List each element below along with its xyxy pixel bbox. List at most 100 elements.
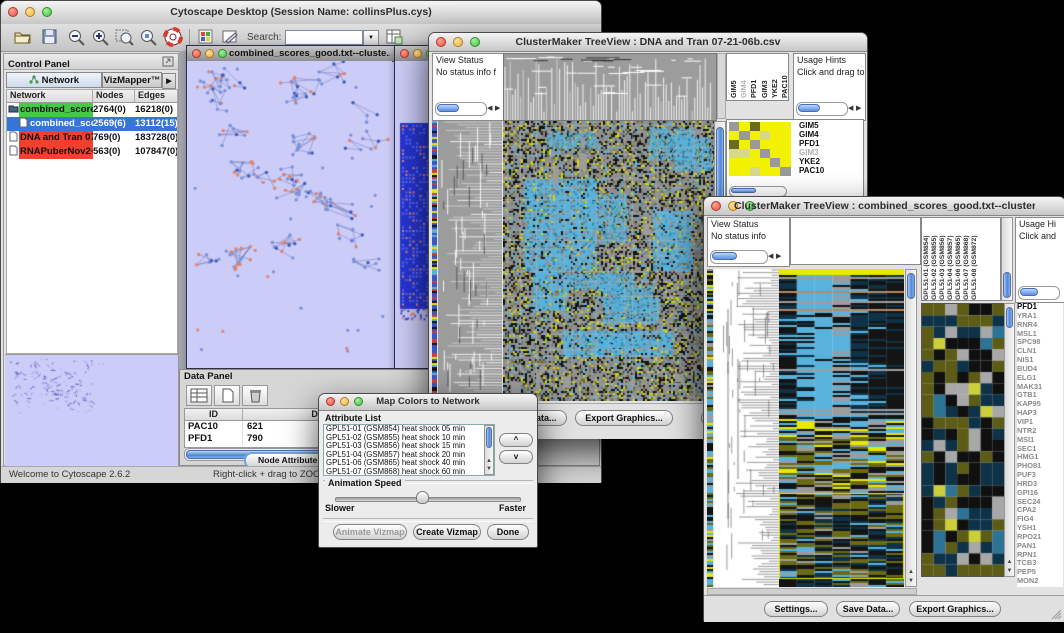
data-table-icon[interactable] (385, 28, 404, 46)
scroll-right-icon[interactable]: ▶ (776, 252, 781, 260)
col-header-edges[interactable]: Edges (135, 90, 177, 103)
tv1-row-label[interactable]: GIM3 (799, 148, 824, 157)
tv1-col-label[interactable]: PFD1 (749, 54, 757, 98)
tab-vizmapper[interactable]: VizMapper™ (102, 72, 162, 88)
tv1-col-label[interactable]: GIM4 (739, 54, 747, 98)
tv1-zoom-cell[interactable] (739, 140, 749, 149)
tv1-row-label[interactable]: YKE2 (799, 157, 824, 166)
annotation-icon[interactable] (221, 28, 240, 45)
settings-button[interactable]: Settings... (764, 601, 828, 617)
tv1-zoom-cell[interactable] (770, 122, 780, 131)
tv1-row-label[interactable]: PAC10 (799, 166, 824, 175)
tv2-zoom-matrix[interactable] (921, 303, 1005, 577)
tv1-zoom-cell[interactable] (780, 122, 790, 131)
tv1-column-dendrogram[interactable] (503, 53, 717, 121)
tv2-col-label[interactable]: GPL51-02 (GSM855) (931, 218, 938, 300)
tv2-gene-list[interactable]: PFD1YRA1RNR4MSL1SPC98CLN1NIS1BUD4ELG1MAK… (1017, 303, 1063, 587)
view-status-scrollbar[interactable] (710, 250, 768, 264)
zoom-out-icon[interactable] (67, 28, 86, 46)
usage-hints-scrollbar[interactable] (796, 102, 848, 116)
minimize-button[interactable] (340, 397, 349, 406)
view-status-scrollbar[interactable] (435, 102, 487, 116)
tv2-column-label-vscrollbar[interactable] (1001, 217, 1013, 301)
tv1-zoom-cell[interactable] (739, 149, 749, 158)
attribute-item[interactable]: GPL51-07 (GSM868) heat shock 60 min (326, 468, 494, 476)
select-attributes-icon[interactable] (186, 385, 212, 406)
scroll-left-icon[interactable]: ◀ (848, 104, 853, 112)
export-graphics-button[interactable]: Export Graphics... (575, 410, 673, 426)
tv1-zoom-cell[interactable] (729, 122, 739, 131)
tv1-zoom-cell[interactable] (760, 140, 770, 149)
close-button[interactable] (436, 37, 446, 47)
tv1-zoom-cell[interactable] (760, 149, 770, 158)
tv1-heatmap[interactable] (503, 121, 714, 401)
zoom-in-icon[interactable] (91, 28, 110, 46)
tv1-zoom-cell[interactable] (760, 131, 770, 140)
tv1-row-label[interactable]: GIM5 (799, 121, 824, 130)
tv2-hscrollbar[interactable] (707, 588, 917, 595)
network-row[interactable]: combined_scores2764(0)16218(0) (7, 103, 177, 117)
tv1-zoom-cell[interactable] (780, 158, 790, 167)
search-input[interactable] (285, 30, 363, 45)
tv1-global-overview-strip[interactable] (432, 121, 437, 401)
scroll-down-icon[interactable]: ▼ (906, 577, 916, 586)
tv2-heatmap-vscrollbar[interactable]: ▲ ▼ (905, 269, 917, 587)
col-header-network[interactable]: Network (7, 90, 93, 103)
network-window-titlebar[interactable]: combined_scores_good.txt--cluste... (187, 46, 394, 62)
create-vizmap-button[interactable]: Create Vizmap (413, 524, 481, 540)
tv2-col-label[interactable]: GPL51-06 (GSM865) (955, 218, 962, 300)
vizmapper-palette-icon[interactable] (197, 28, 215, 45)
tv1-zoom-cell[interactable] (770, 167, 780, 176)
tv1-zoom-cell[interactable] (729, 167, 739, 176)
tab-overflow-button[interactable]: ▶ (162, 73, 176, 89)
scroll-down-icon[interactable]: ▼ (1005, 567, 1014, 576)
delete-attribute-icon[interactable] (242, 385, 268, 406)
tv1-zoom-cell[interactable] (770, 140, 780, 149)
close-button[interactable] (400, 49, 409, 58)
move-up-button[interactable]: ^ (499, 433, 533, 447)
network-row[interactable]: DNA and Tran 07769(0)183728(0) (7, 131, 177, 145)
scroll-right-icon[interactable]: ▶ (495, 104, 500, 112)
save-session-icon[interactable] (41, 28, 58, 45)
tv1-zoom-cell[interactable] (729, 149, 739, 158)
tv1-zoom-cell[interactable] (750, 149, 760, 158)
tv2-col-label[interactable]: GPL51-07 (GSM868) (963, 218, 970, 300)
resize-grip[interactable] (1050, 608, 1062, 620)
tv2-col-label[interactable]: GPL51-01 (GSM854) (923, 218, 930, 300)
tv1-col-label[interactable]: GIM3 (760, 54, 768, 98)
tv2-heatmap[interactable] (779, 269, 904, 587)
tv1-zoom-matrix[interactable] (729, 122, 791, 176)
tv2-col-label[interactable]: GPL51-04 (GSM857) (947, 218, 954, 300)
tv1-zoom-cell[interactable] (750, 158, 760, 167)
minimize-button[interactable] (413, 49, 422, 58)
tv1-zoom-cell[interactable] (760, 122, 770, 131)
close-button[interactable] (711, 201, 721, 211)
tv1-zoom-cell[interactable] (739, 158, 749, 167)
zoom-selected-icon[interactable] (139, 28, 158, 46)
dialog-titlebar[interactable]: Map Colors to Network (319, 394, 537, 411)
tv1-zoom-cell[interactable] (770, 149, 780, 158)
tab-network[interactable]: Network (6, 72, 102, 88)
cytoscape-titlebar[interactable]: Cytoscape Desktop (Session Name: collins… (1, 1, 601, 25)
scroll-up-icon[interactable]: ▲ (1005, 558, 1014, 567)
attribute-listbox[interactable]: GPL51-01 (GSM854) heat shock 05 minGPL51… (323, 424, 495, 476)
col-header-nodes[interactable]: Nodes (93, 90, 135, 103)
scroll-left-icon[interactable]: ◀ (768, 252, 773, 260)
tv1-zoom-cell[interactable] (770, 158, 780, 167)
treeview1-titlebar[interactable]: ClusterMaker TreeView : DNA and Tran 07-… (429, 33, 867, 52)
tv2-gene-list-vscrollbar[interactable]: ▲ ▼ (1004, 303, 1015, 577)
network-row[interactable]: combined_sco2569(6)13112(15) (7, 117, 177, 131)
scroll-right-icon[interactable]: ▶ (856, 104, 861, 112)
birdseye-view[interactable] (5, 354, 178, 466)
new-attribute-icon[interactable] (214, 385, 240, 406)
tv1-zoom-cell[interactable] (760, 158, 770, 167)
treeview2-titlebar[interactable]: ClusterMaker TreeView : combined_scores_… (704, 197, 1064, 216)
tv1-zoom-cell[interactable] (780, 140, 790, 149)
attribute-list-vscrollbar[interactable]: ▲ ▼ (484, 425, 494, 475)
tv1-zoom-cell[interactable] (780, 167, 790, 176)
tv2-col-label[interactable]: GPL51-03 (GSM856) (939, 218, 946, 300)
tv1-zoom-cell[interactable] (729, 131, 739, 140)
tv1-zoom-cell[interactable] (729, 158, 739, 167)
usage-hints-scrollbar[interactable] (1018, 286, 1060, 300)
tv1-zoom-cell[interactable] (739, 167, 749, 176)
